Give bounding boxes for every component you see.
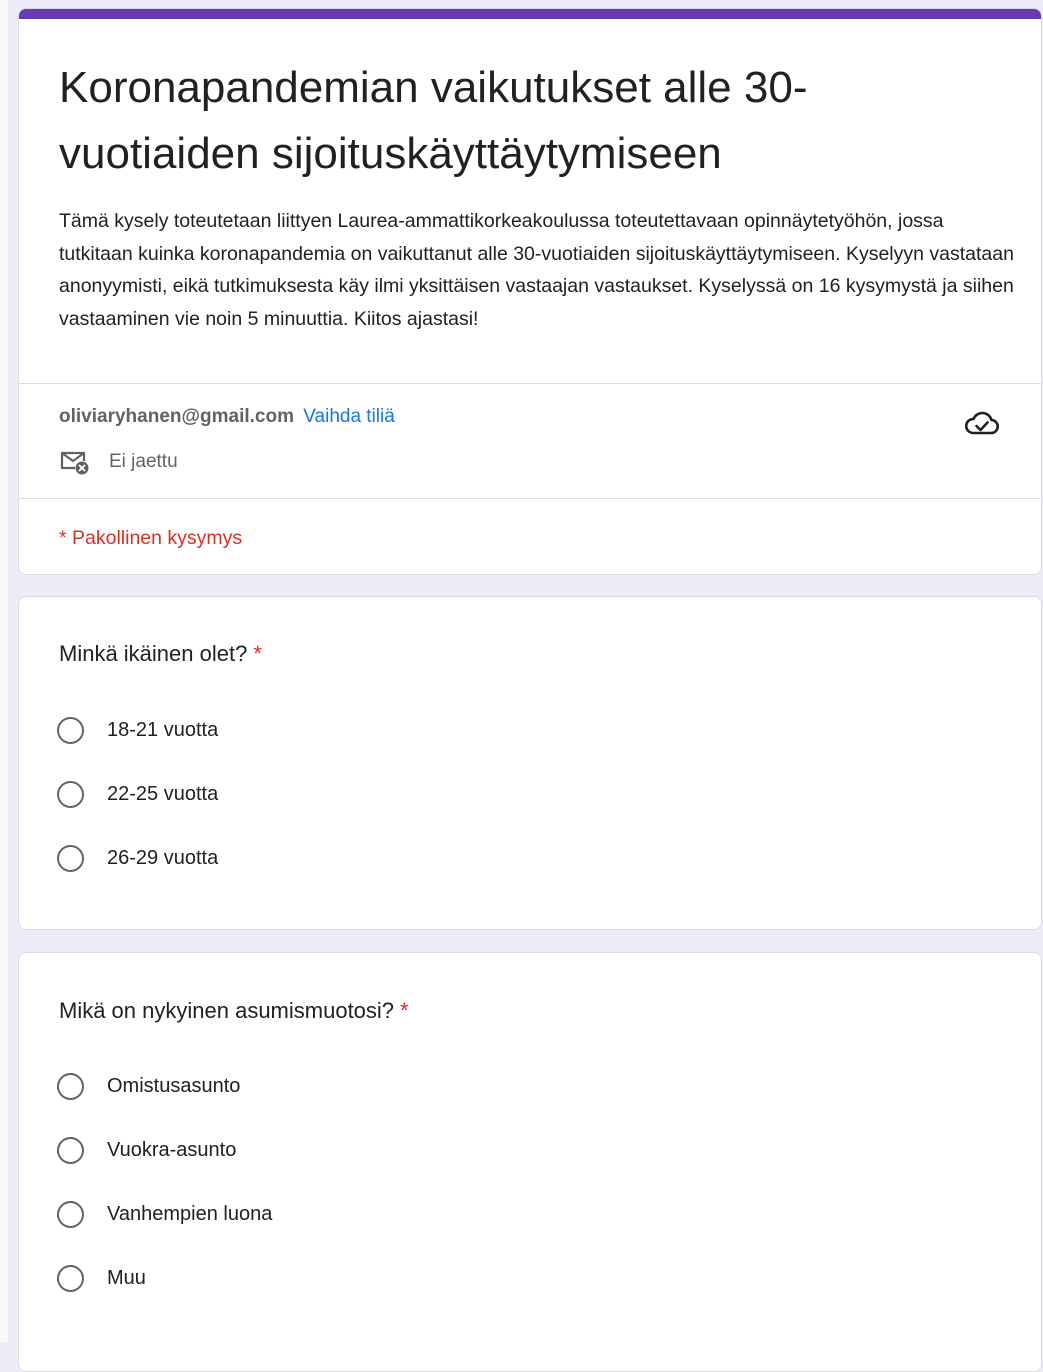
radio-button[interactable] — [57, 1137, 84, 1164]
radio-button[interactable] — [57, 717, 84, 744]
question-text: Mikä on nykyinen asumismuotosi? — [59, 998, 395, 1023]
cloud-check-icon — [964, 411, 1000, 435]
email-not-shared-icon — [60, 451, 89, 475]
option-label: 18-21 vuotta — [107, 719, 219, 741]
question-title: Minkä ikäinen olet? * — [59, 639, 262, 669]
account-row: oliviaryhanen@gmail.com Vaihda tiliä — [59, 403, 395, 431]
share-status-row: Ei jaettu — [59, 449, 178, 475]
option-label: 26-29 vuotta — [107, 847, 219, 869]
option-label: Vanhempien luona — [107, 1203, 273, 1225]
option-label: Muu — [107, 1267, 146, 1289]
form-header-card: Koronapandemian vaikutukset alle 30-vuot… — [18, 8, 1042, 575]
page-left-edge — [0, 0, 8, 1342]
divider — [19, 498, 1041, 499]
form-description: Tämä kysely toteutetaan liittyen Laurea-… — [59, 210, 1014, 330]
share-status-text: Ei jaettu — [109, 451, 178, 472]
form-title: Koronapandemian vaikutukset alle 30-vuot… — [59, 63, 808, 178]
radio-option-22-25[interactable]: 22-25 vuotta — [57, 781, 218, 808]
radio-button[interactable] — [57, 845, 84, 872]
divider — [19, 383, 1041, 384]
question-title: Mikä on nykyinen asumismuotosi? * — [59, 996, 409, 1026]
question-text: Minkä ikäinen olet? — [59, 641, 248, 666]
radio-button[interactable] — [57, 1073, 84, 1100]
radio-option-omistusasunto[interactable]: Omistusasunto — [57, 1073, 240, 1100]
radio-button[interactable] — [57, 781, 84, 808]
option-label: 22-25 vuotta — [107, 783, 219, 805]
radio-option-18-21[interactable]: 18-21 vuotta — [57, 717, 218, 744]
required-note: * Pakollinen kysymys — [59, 527, 243, 549]
option-label: Vuokra-asunto — [107, 1139, 237, 1161]
radio-option-muu[interactable]: Muu — [57, 1265, 146, 1292]
accent-bar — [19, 9, 1041, 19]
radio-button[interactable] — [57, 1265, 84, 1292]
radio-button[interactable] — [57, 1201, 84, 1228]
radio-option-vanhempien-luona[interactable]: Vanhempien luona — [57, 1201, 272, 1228]
account-email: oliviaryhanen@gmail.com — [59, 406, 294, 427]
radio-option-26-29[interactable]: 26-29 vuotta — [57, 845, 218, 872]
required-marker: * — [253, 641, 262, 666]
question-card-age: Minkä ikäinen olet? * 18-21 vuotta 22-25 … — [18, 596, 1042, 930]
question-card-housing: Mikä on nykyinen asumismuotosi? * Omistus… — [18, 952, 1042, 1372]
option-label: Omistusasunto — [107, 1075, 241, 1097]
required-marker: * — [400, 998, 409, 1023]
switch-account-link[interactable]: Vaihda tiliä — [303, 406, 395, 427]
radio-option-vuokra-asunto[interactable]: Vuokra-asunto — [57, 1137, 236, 1164]
